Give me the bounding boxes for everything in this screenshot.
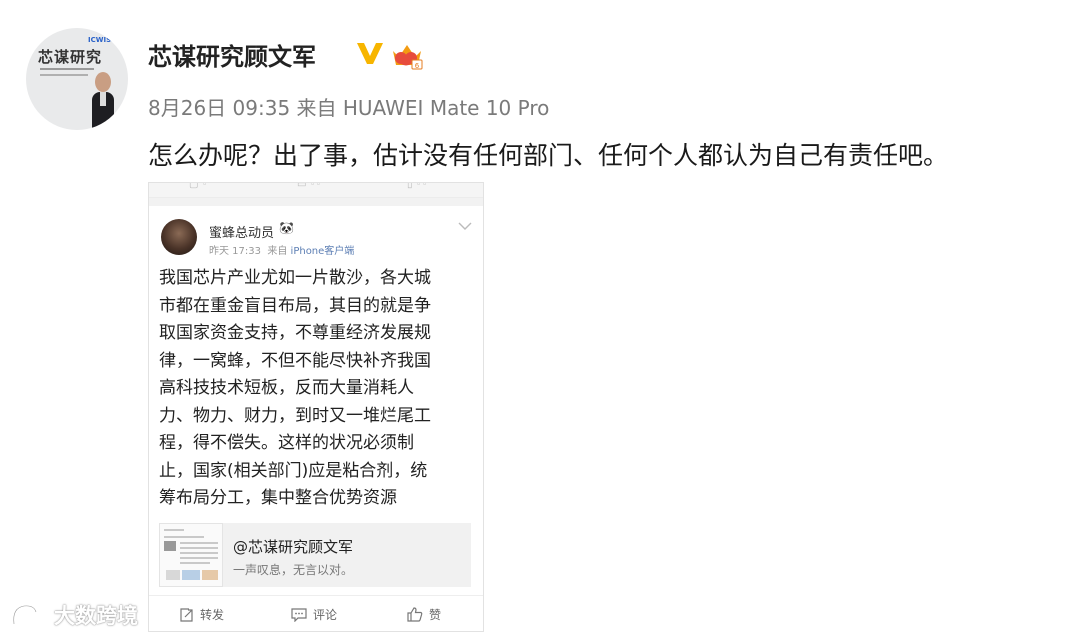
post-text: 怎么办呢？出了事，估计没有任何部门、任何个人都认为自己有责任吧。 <box>148 141 949 170</box>
comment-icon <box>291 607 307 622</box>
quoted-post-title[interactable]: @芯谋研究顾文军 <box>233 536 353 557</box>
like-button[interactable]: 赞 <box>407 606 441 623</box>
watermark: 大数跨境 <box>10 600 138 630</box>
author-name[interactable]: 芯谋研究顾文军 <box>148 37 316 72</box>
watermark-text: 大数跨境 <box>54 604 138 628</box>
panda-icon: 🐼 <box>279 221 294 235</box>
quoted-post-subtitle: 一声叹息，无言以对。 <box>233 563 354 577</box>
quoted-post-thumbnail <box>159 523 223 587</box>
author-avatar[interactable]: ICWISE 芯谋研究 <box>26 28 128 130</box>
watermark-logo-icon <box>12 604 50 625</box>
repost-icon <box>180 607 193 622</box>
avatar-brand: ICWISE <box>88 36 116 44</box>
embedded-action-bar: 转发 评论 赞 <box>149 595 483 631</box>
thumbs-up-icon <box>407 607 423 622</box>
chevron-down-icon[interactable] <box>458 221 472 231</box>
avatar-decor-line <box>40 74 88 76</box>
comment-button[interactable]: 评论 <box>291 606 337 623</box>
svg-text:6: 6 <box>415 62 420 70</box>
cropped-comment-icon: ▭ ◦◦ <box>297 182 322 190</box>
member-crown-icon[interactable]: 6 <box>390 41 424 71</box>
repost-button[interactable]: 转发 <box>179 606 224 623</box>
avatar-decor-line <box>40 68 94 70</box>
avatar-person-shirt <box>100 92 106 106</box>
comment-label: 评论 <box>313 608 338 622</box>
embedded-via: 来自 <box>267 246 288 257</box>
verified-v-icon <box>357 43 383 64</box>
quoted-post-card[interactable]: @芯谋研究顾文军 一声叹息，无言以对。 <box>159 523 471 587</box>
embedded-author-name[interactable]: 蜜蜂总动员 <box>209 222 274 241</box>
like-label: 赞 <box>429 608 442 622</box>
repost-label: 转发 <box>200 608 225 622</box>
embedded-post-text: 我国芯片产业尤如一片散沙，各大城 市都在重金盲目布局，其目的就是争 取国家资金支… <box>159 268 431 508</box>
avatar-caption: 芯谋研究 <box>38 48 103 66</box>
embedded-source[interactable]: iPhone客户端 <box>291 246 355 257</box>
post-meta: 8月26日 09:35 来自 HUAWEI Mate 10 Pro <box>148 96 550 120</box>
avatar-person-head <box>95 72 111 92</box>
embedded-author-avatar[interactable] <box>161 219 197 255</box>
embedded-meta: 昨天 17:33 来自 iPhone客户端 <box>209 242 354 257</box>
cropped-repost-icon: ▢ ◦ <box>189 182 208 190</box>
embedded-screenshot[interactable]: ▢ ◦ ▭ ◦◦ ▯ ◦◦ 蜜蜂总动员 🐼 昨天 17:33 来自 iPhone… <box>148 182 484 632</box>
card-separator <box>149 198 483 206</box>
cropped-like-icon: ▯ ◦◦ <box>407 182 428 190</box>
embedded-time: 昨天 17:33 <box>209 246 261 257</box>
cropped-action-bar: ▢ ◦ ▭ ◦◦ ▯ ◦◦ <box>149 183 483 198</box>
